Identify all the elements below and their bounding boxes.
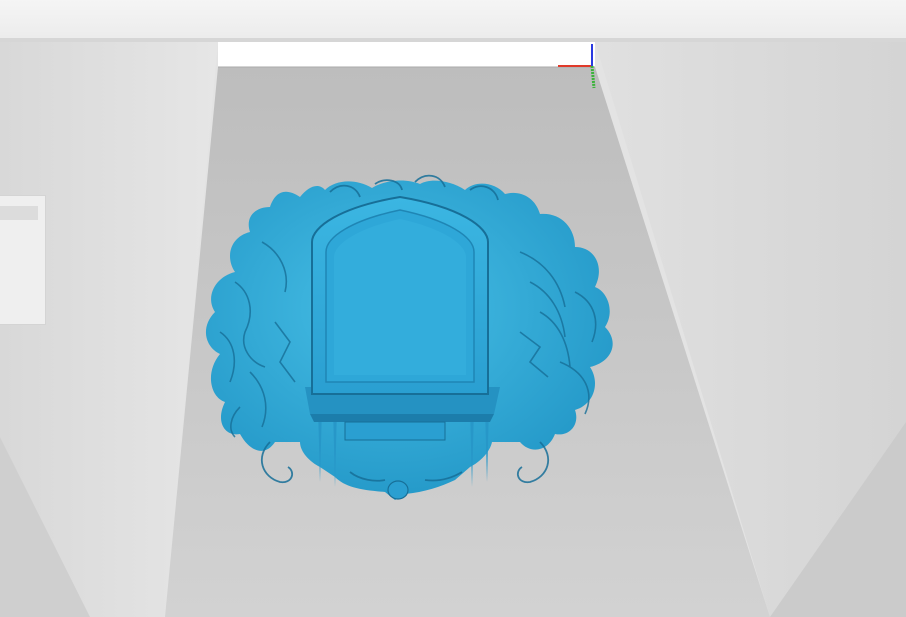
3d-viewport[interactable] <box>0 42 906 617</box>
frame-base-plinth <box>344 421 446 441</box>
build-volume-top <box>218 42 595 67</box>
side-panel-header <box>0 206 38 220</box>
app-window <box>0 0 906 617</box>
scene-canvas[interactable] <box>0 42 906 617</box>
pendant-ornament <box>387 480 409 500</box>
frame-base-edge <box>310 414 494 422</box>
side-panel[interactable] <box>0 195 46 325</box>
arch-panel-face <box>334 219 466 375</box>
toolbar <box>0 0 906 39</box>
